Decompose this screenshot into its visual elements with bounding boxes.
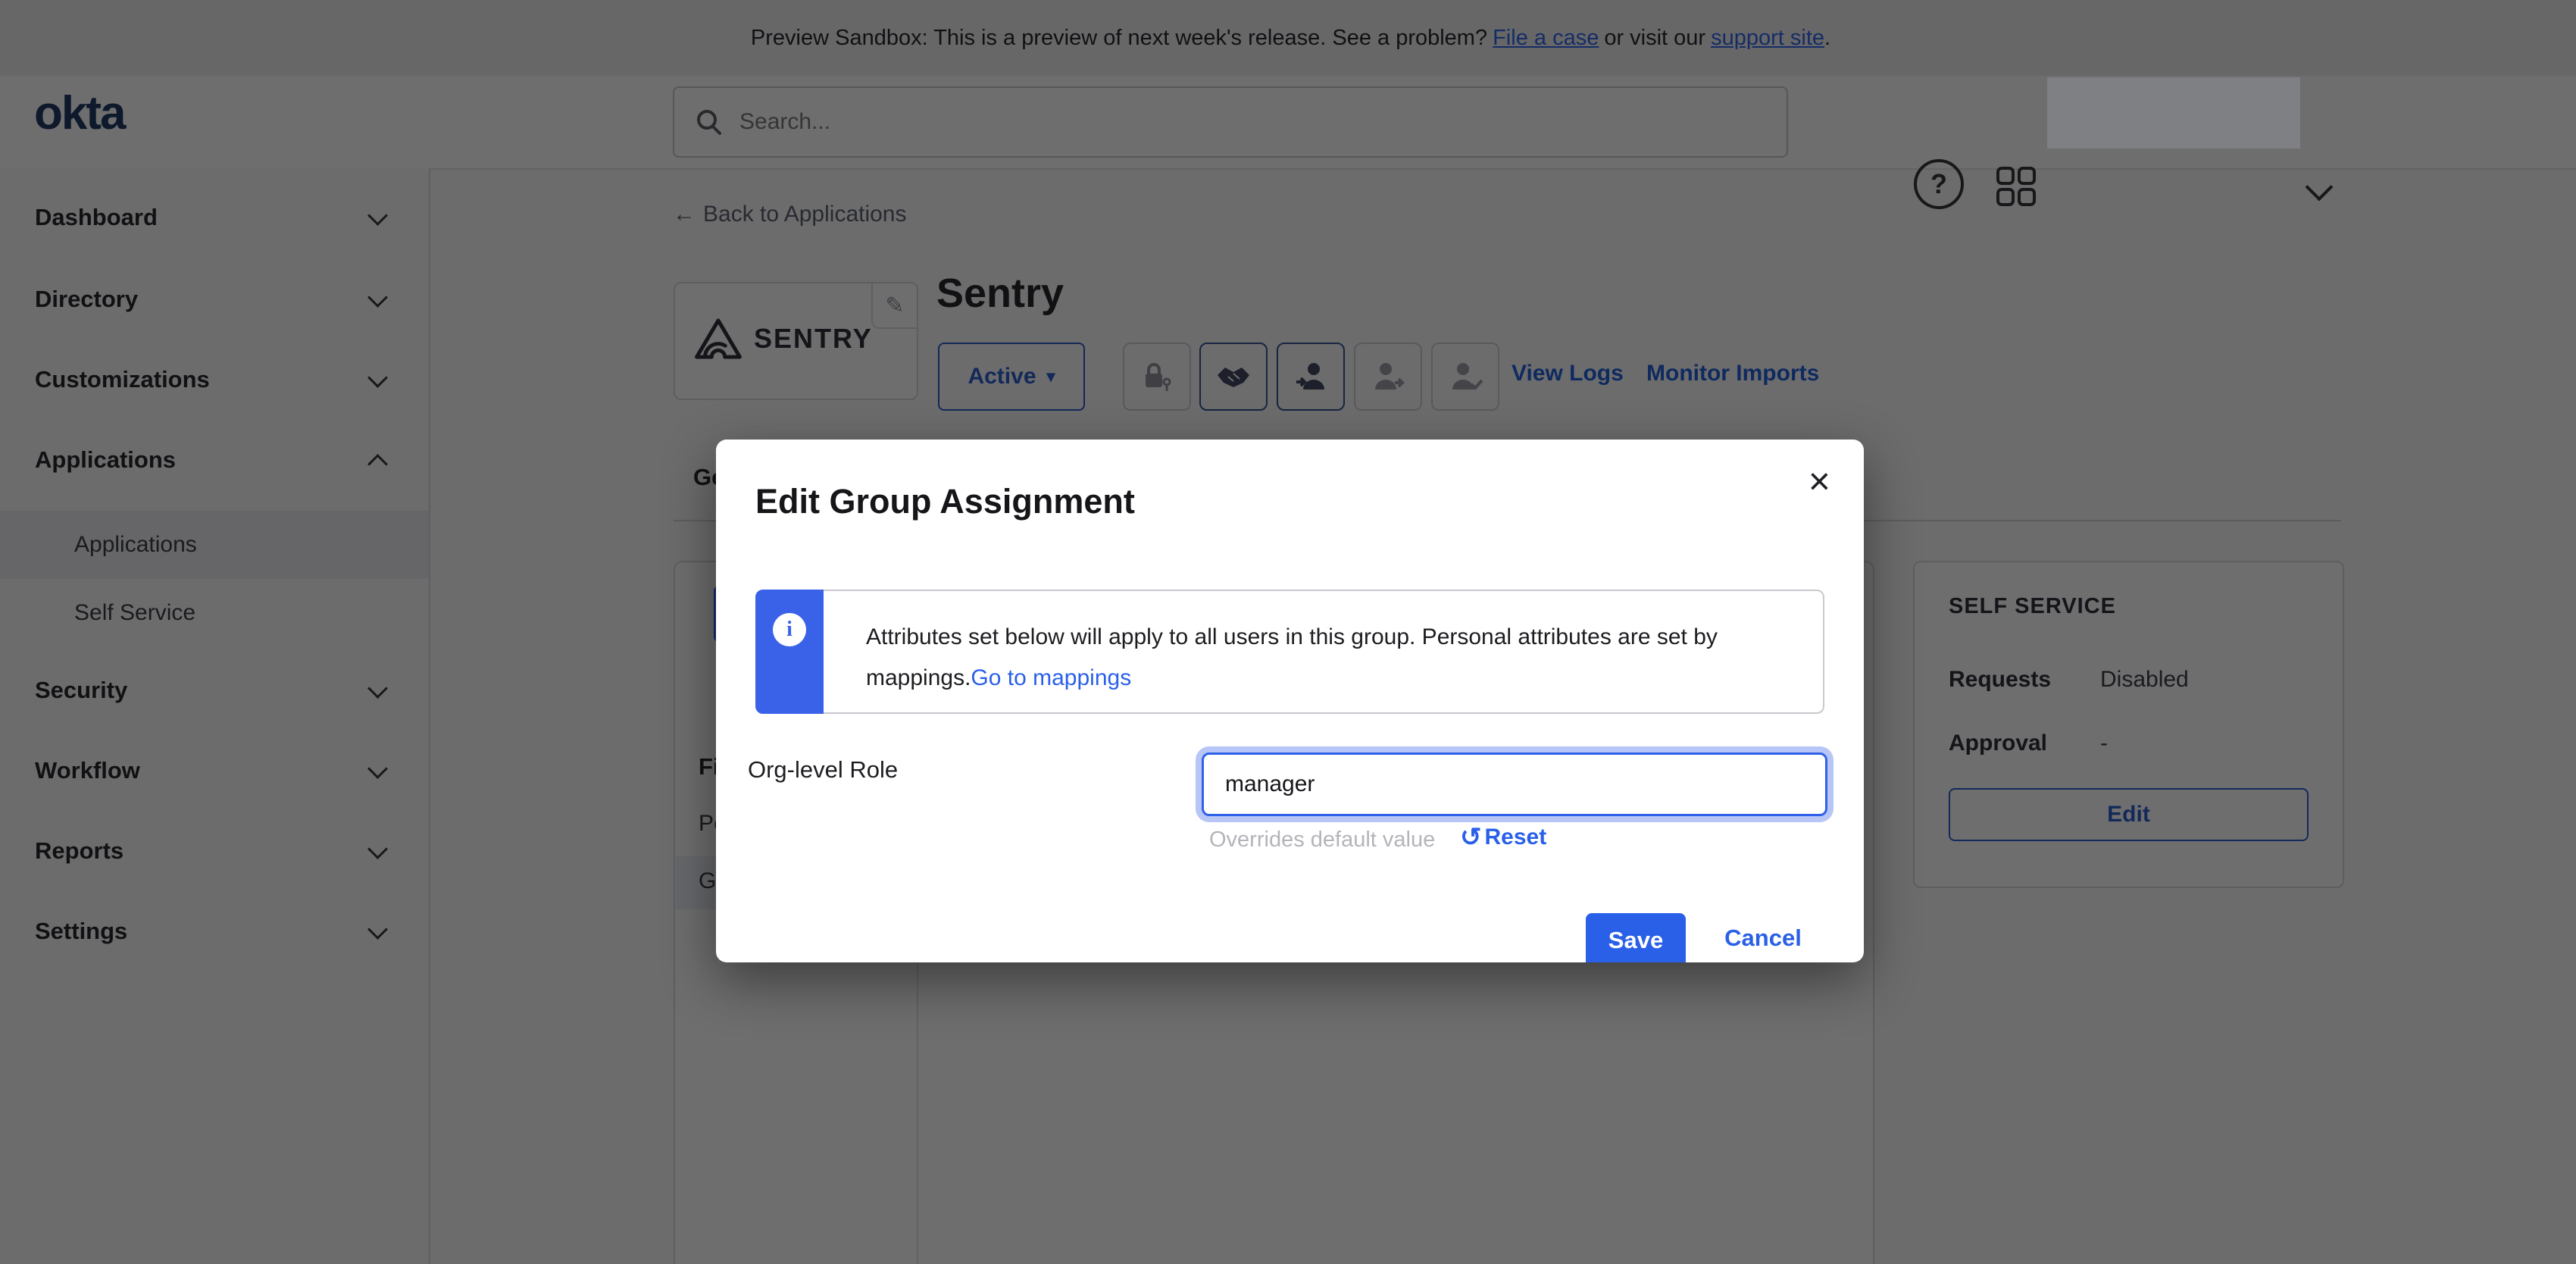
org-level-role-input[interactable] xyxy=(1202,752,1827,816)
okta-admin-page: Preview Sandbox: This is a preview of ne… xyxy=(0,0,2576,1264)
reset-control[interactable]: ↺ Reset xyxy=(1460,824,1546,850)
overrides-helper-text: Overrides default value xyxy=(1209,828,1435,853)
close-icon[interactable]: × xyxy=(1809,462,1830,500)
info-banner-text: Attributes set below will apply to all u… xyxy=(866,617,1783,699)
reset-icon: ↺ xyxy=(1460,824,1482,850)
save-button[interactable]: Save xyxy=(1586,913,1686,962)
go-to-mappings-link[interactable]: Go to mappings xyxy=(971,665,1131,690)
modal-title: Edit Group Assignment xyxy=(755,482,1135,521)
account-name-redacted[interactable] xyxy=(2047,77,2300,149)
info-banner-bar: i xyxy=(755,590,824,714)
info-icon: i xyxy=(773,613,806,646)
org-level-role-label: Org-level Role xyxy=(748,756,898,784)
cancel-button[interactable]: Cancel xyxy=(1710,913,1816,962)
edit-group-assignment-modal: Edit Group Assignment × i Attributes set… xyxy=(716,440,1864,962)
info-banner: i Attributes set below will apply to all… xyxy=(755,590,1824,714)
